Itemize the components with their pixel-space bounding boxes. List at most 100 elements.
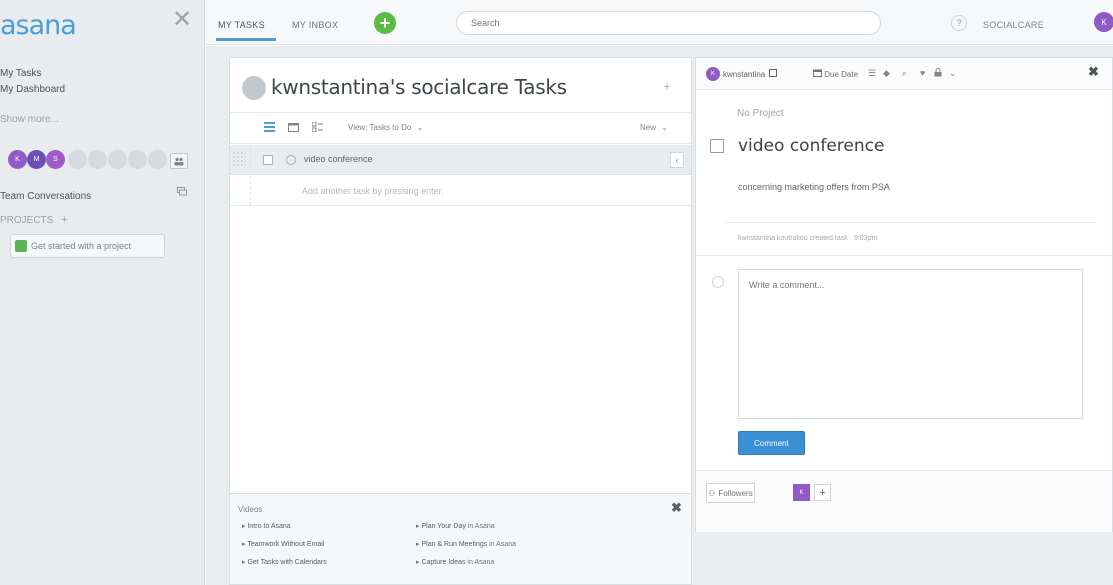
video-link[interactable]: ▸ Capture Ideas in Asana [416,558,494,566]
project-selector[interactable]: No Project [737,108,784,119]
calendar-icon [813,69,822,77]
attachment-icon[interactable]: ⌕ [902,68,907,79]
video-link[interactable]: ▸ Teamwork Without Email [242,540,324,548]
task-select-checkbox[interactable] [263,155,273,165]
user-avatar[interactable]: K [1094,12,1113,32]
tab-my-inbox[interactable]: MY INBOX [292,20,338,30]
video-link-suffix: in Asana [465,559,495,566]
add-project-icon[interactable]: + [61,214,67,226]
empty-avatar-slot [88,150,107,169]
video-link-label: Intro to Asana [247,523,291,530]
heart-icon[interactable]: ♥ [920,68,925,78]
comment-button[interactable]: Comment [738,431,805,455]
video-link-label: Plan & Run Meetings [421,541,488,548]
show-more-link[interactable]: Show more... [0,114,59,125]
workspace-name[interactable]: SOCIALCARE [983,20,1044,30]
comment-input[interactable] [738,269,1083,419]
complete-task-button[interactable] [286,155,296,165]
video-link-suffix: in Asana [465,523,495,530]
drag-handle-icon[interactable] [232,151,246,167]
sidebar-item-team-conversations[interactable]: Team Conversations [0,191,91,202]
video-link-label: Get Tasks with Calendars [247,559,327,566]
add-task-row[interactable]: Add another task by pressing enter. [230,176,691,206]
team-members-button[interactable] [170,153,188,169]
close-sidebar-icon[interactable]: ✕ [172,8,192,32]
complete-task-checkbox[interactable] [710,139,724,153]
avatar[interactable]: S [46,150,65,169]
page-title: kwnstantina's socialcare Tasks [271,75,567,99]
project-icon [15,240,27,252]
subtasks-icon[interactable]: ☰ [868,68,876,79]
empty-avatar-slot [108,150,127,169]
video-link[interactable]: ▸ Get Tasks with Calendars [242,558,327,566]
due-date-button[interactable]: Due Date [813,69,858,79]
lock-icon[interactable] [934,68,942,79]
task-toolbar: View: Tasks to Do ⌄ New ⌄ [230,112,691,144]
followers-label: Followers [718,488,753,498]
follower-avatar[interactable]: K [793,484,810,501]
videos-title: Videos [238,505,263,514]
video-link[interactable]: ▸ Intro to Asana [242,522,291,530]
new-dropdown[interactable]: New ⌄ [640,123,668,132]
quick-add-button[interactable]: + [374,12,396,34]
video-link-label: Teamwork Without Email [247,541,325,548]
assignee-button[interactable]: K kwnstantina [706,66,778,82]
calendar-view-icon[interactable] [288,122,299,135]
chevron-down-icon: ⌄ [661,123,668,132]
view-filter-dropdown[interactable]: View: Tasks to Do ⌄ [348,123,423,132]
projects-header: PROJECTS + [0,214,68,226]
tag-icon[interactable]: ◆ [883,68,890,79]
chevron-down-icon: ⌄ [416,123,424,132]
add-task-placeholder: Add another task by pressing enter. [302,186,444,196]
task-detail-pane: K kwnstantina Due Date ☰ ◆ ⌕ ♥ ⌄ ✖ No Pr… [695,57,1113,532]
videos-panel: Videos ✖ ▸ Intro to Asana ▸ Teamwork Wit… [229,493,692,585]
video-link[interactable]: ▸ Plan & Run Meetings in Asana [416,540,516,548]
tab-my-tasks[interactable]: MY TASKS [218,20,265,30]
asana-logo[interactable]: asana [0,10,77,41]
top-navigation: MY TASKS MY INBOX + ? SOCIALCARE K [206,0,1113,45]
table-row[interactable]: video conference ‹ [230,145,691,175]
chevron-left-icon[interactable]: ‹ [670,152,684,168]
conversation-icon[interactable] [177,187,187,199]
video-link-label: Plan Your Day [421,523,466,530]
followers-button[interactable]: ⚇ Followers [706,483,755,503]
remove-assignee-icon[interactable] [769,69,778,79]
empty-avatar-slot [68,150,87,169]
empty-avatar-slot [128,150,147,169]
search-input[interactable] [456,11,881,35]
divider [696,255,1112,256]
empty-avatar-slot [148,150,167,169]
avatar[interactable]: M [27,150,46,169]
sidebar-item-my-tasks[interactable]: My Tasks [0,68,42,79]
close-icon[interactable]: ✖ [1088,64,1099,80]
active-tab-indicator [216,38,276,41]
due-date-label: Due Date [824,70,859,79]
task-name[interactable]: video conference [304,154,373,164]
projects-label: PROJECTS [0,215,54,226]
sidebar-item-my-dashboard[interactable]: My Dashboard [0,84,65,95]
help-button[interactable]: ? [951,15,967,31]
followers-icon: ⚇ [708,488,716,498]
pane-options-button[interactable]: + [658,78,676,96]
list-view-icon[interactable] [264,122,275,135]
people-icon [174,157,184,165]
close-icon[interactable]: ✖ [671,500,682,516]
task-activity: kwnstantina koutrakou created task · 9:0… [738,235,878,242]
sidebar: asana ✕ My Tasks My Dashboard Show more.… [0,0,205,585]
get-started-label: Get started with a project [31,241,132,251]
assignee-name: kwnstantina [723,69,766,79]
task-detail-toolbar: K kwnstantina Due Date ☰ ◆ ⌕ ♥ ⌄ ✖ [696,58,1112,90]
owner-avatar [242,76,266,100]
files-view-icon[interactable] [311,121,323,135]
avatar[interactable]: K [8,150,27,169]
new-label: New [640,123,657,132]
divider [250,145,251,205]
task-title[interactable]: video conference [738,136,884,156]
assignee-avatar: K [706,67,720,81]
video-link-label: Capture Ideas [421,559,466,566]
get-started-project-button[interactable]: Get started with a project [10,234,165,258]
chevron-down-icon[interactable]: ⌄ [949,68,957,79]
video-link[interactable]: ▸ Plan Your Day in Asana [416,522,495,530]
add-follower-button[interactable]: + [814,484,831,501]
task-description[interactable]: concerning marketing offers from PSA [738,182,890,192]
